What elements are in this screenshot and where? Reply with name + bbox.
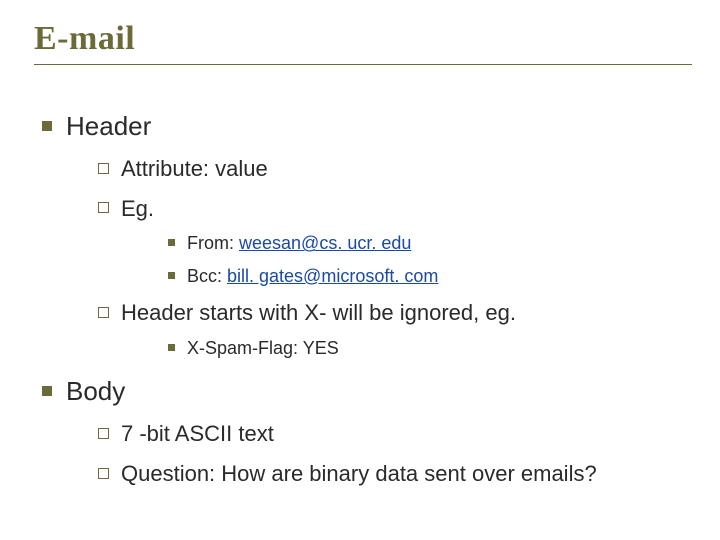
small-square-bullet-icon	[168, 272, 175, 279]
bullet-eg: Eg.	[98, 194, 692, 224]
bullet-ascii: 7 -bit ASCII text	[98, 419, 692, 449]
text: Header	[66, 111, 151, 141]
bullet-bcc: Bcc: bill. gates@microsoft. com	[168, 264, 692, 288]
small-square-bullet-icon	[168, 239, 175, 246]
bullet-from: From: weesan@cs. ucr. edu	[168, 231, 692, 255]
text: Header starts with X- will be ignored, e…	[121, 300, 516, 325]
bullet-question: Question: How are binary data sent over …	[98, 459, 692, 489]
bullet-header: Header	[42, 109, 692, 144]
slide: E-mail Header Attribute: value Eg. From:…	[0, 0, 720, 540]
email-link[interactable]: bill. gates@microsoft. com	[227, 266, 438, 286]
bullet-body: Body	[42, 374, 692, 409]
text: Attribute: value	[121, 156, 268, 181]
text: From:	[187, 233, 239, 253]
outline-square-bullet-icon	[98, 307, 109, 318]
square-bullet-icon	[42, 121, 52, 131]
bullet-attribute-value: Attribute: value	[98, 154, 692, 184]
text: Bcc:	[187, 266, 227, 286]
text: 7 -bit ASCII text	[121, 421, 274, 446]
outline-square-bullet-icon	[98, 428, 109, 439]
outline-square-bullet-icon	[98, 163, 109, 174]
bullet-x-header: Header starts with X- will be ignored, e…	[98, 298, 692, 328]
outline-square-bullet-icon	[98, 468, 109, 479]
text: X-Spam-Flag: YES	[187, 338, 339, 358]
square-bullet-icon	[42, 386, 52, 396]
slide-title: E-mail	[34, 20, 692, 58]
bullet-x-spam: X-Spam-Flag: YES	[168, 336, 692, 360]
slide-content: Header Attribute: value Eg. From: weesan…	[34, 65, 692, 489]
outline-square-bullet-icon	[98, 202, 109, 213]
text: Body	[66, 376, 125, 406]
text: Question: How are binary data sent over …	[121, 461, 597, 486]
email-link[interactable]: weesan@cs. ucr. edu	[239, 233, 411, 253]
small-square-bullet-icon	[168, 344, 175, 351]
text: Eg.	[121, 196, 154, 221]
